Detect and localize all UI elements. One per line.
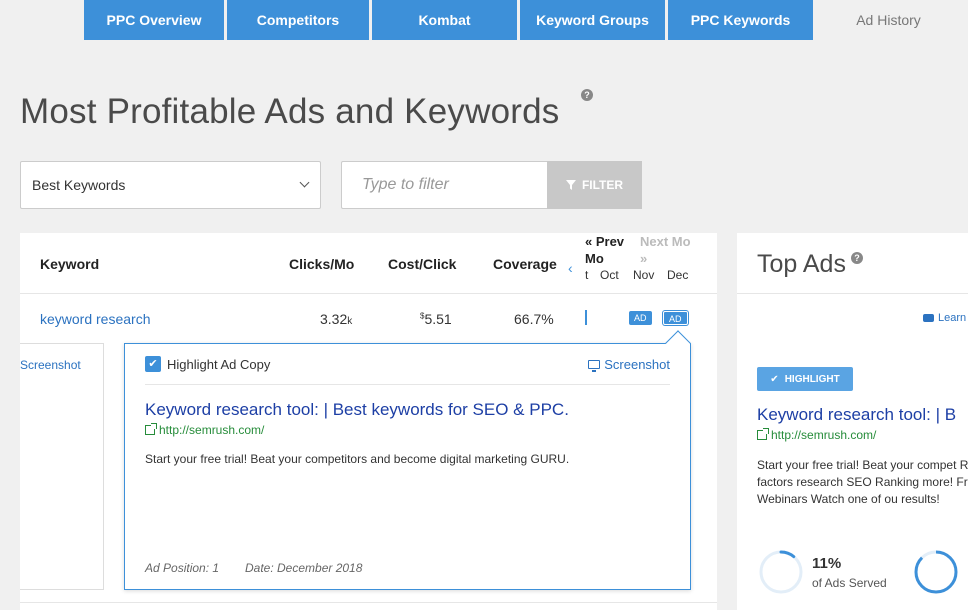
monitor-icon bbox=[588, 360, 601, 372]
top-ads-help-icon[interactable]: ? bbox=[851, 252, 863, 264]
coverage-cell: 66.7% bbox=[514, 311, 554, 327]
learn-link[interactable]: Learn bbox=[923, 312, 966, 324]
ad-title-link[interactable]: Keyword research tool: | Best keywords f… bbox=[145, 400, 569, 420]
tab-ppc-overview[interactable]: PPC Overview bbox=[84, 0, 224, 40]
select-value: Best Keywords bbox=[32, 177, 126, 193]
month-cut: t bbox=[585, 268, 589, 282]
top-ad-url-link[interactable]: http://semrush.com/ bbox=[757, 428, 876, 442]
filter-button[interactable]: FILTER bbox=[547, 161, 642, 209]
top-ad-title-link[interactable]: Keyword research tool: | B bbox=[757, 405, 956, 425]
chevron-down-icon bbox=[299, 177, 310, 188]
screenshot-link[interactable]: Screenshot bbox=[588, 357, 670, 372]
ads-table-panel: Keyword Clicks/Mo Cost/Click Coverage ‹ … bbox=[20, 233, 717, 610]
header-divider bbox=[20, 293, 717, 294]
chevron-left-icon[interactable]: ‹ bbox=[568, 260, 573, 276]
check-icon: ✔ bbox=[770, 373, 779, 385]
tab-keyword-groups[interactable]: Keyword Groups bbox=[520, 0, 665, 40]
top-ad-description: Start your free trial! Beat your compet … bbox=[757, 458, 968, 506]
screenshot-link-left[interactable]: Screenshot bbox=[20, 358, 81, 372]
highlight-button[interactable]: ✔ HIGHLIGHT bbox=[757, 367, 853, 391]
tab-competitors[interactable]: Competitors bbox=[227, 0, 369, 40]
page-title: Most Profitable Ads and Keywords bbox=[20, 92, 560, 131]
highlight-label: Highlight Ad Copy bbox=[167, 357, 271, 372]
keyword-link[interactable]: keyword research bbox=[40, 311, 151, 327]
top-ads-title: Top Ads bbox=[757, 250, 846, 278]
filter-group: FILTER bbox=[341, 161, 642, 209]
help-icon[interactable]: ? bbox=[581, 89, 593, 101]
col-header-cost[interactable]: Cost/Click bbox=[388, 256, 456, 272]
tab-kombat[interactable]: Kombat bbox=[372, 0, 517, 40]
row-divider bbox=[20, 602, 717, 603]
col-header-clicks[interactable]: Clicks/Mo bbox=[289, 256, 354, 272]
external-link-icon bbox=[757, 428, 769, 440]
tab-ppc-keywords[interactable]: PPC Keywords bbox=[668, 0, 813, 40]
popup-divider bbox=[145, 384, 670, 385]
keyword-type-select[interactable]: Best Keywords bbox=[20, 161, 321, 209]
month-oct: Oct bbox=[600, 268, 619, 282]
youtube-icon bbox=[923, 314, 934, 322]
clicks-cell: 3.32k bbox=[320, 311, 353, 327]
filter-input[interactable] bbox=[341, 161, 547, 209]
funnel-icon bbox=[565, 180, 576, 190]
previous-ad-card: Screenshot bbox=[20, 343, 104, 590]
popup-arrow bbox=[665, 330, 691, 356]
external-link-icon bbox=[145, 423, 157, 435]
ads-served-percent: 11% bbox=[812, 555, 842, 572]
top-tabs: PPC Overview Competitors Kombat Keyword … bbox=[0, 0, 968, 40]
ad-detail-popup: ✔ Highlight Ad Copy Screenshot Keyword r… bbox=[124, 330, 691, 590]
ads-served-ring bbox=[759, 550, 803, 594]
ad-url-link[interactable]: http://semrush.com/ bbox=[145, 423, 264, 437]
tab-ad-history[interactable]: Ad History bbox=[816, 0, 961, 40]
top-ads-divider bbox=[737, 293, 968, 294]
coverage-timeline-mark bbox=[585, 310, 587, 325]
ad-description: Start your free trial! Beat your competi… bbox=[145, 452, 570, 466]
col-header-keyword[interactable]: Keyword bbox=[40, 256, 99, 272]
next-month-button[interactable]: Next Mo » bbox=[640, 233, 700, 267]
cost-cell: $5.51 bbox=[420, 311, 452, 327]
month-nov: Nov bbox=[633, 268, 655, 282]
ad-badge-dec[interactable]: AD bbox=[663, 311, 688, 325]
ad-badge-nov[interactable]: AD bbox=[629, 311, 652, 325]
filter-button-label: FILTER bbox=[581, 178, 624, 192]
ads-served-label: of Ads Served bbox=[812, 576, 887, 590]
tabs-left-space bbox=[0, 0, 84, 40]
top-ads-panel: Top Ads ? Learn ✔ HIGHLIGHT Keyword rese… bbox=[737, 233, 968, 610]
prev-month-button[interactable]: « Prev Mo bbox=[585, 233, 630, 267]
highlight-checkbox[interactable]: ✔ bbox=[145, 356, 161, 372]
col-header-coverage[interactable]: Coverage bbox=[493, 256, 557, 272]
ad-position: Ad Position: 1 bbox=[145, 561, 220, 575]
second-ring bbox=[914, 550, 958, 594]
month-dec: Dec bbox=[667, 268, 689, 282]
ad-date: Date: December 2018 bbox=[245, 561, 363, 575]
